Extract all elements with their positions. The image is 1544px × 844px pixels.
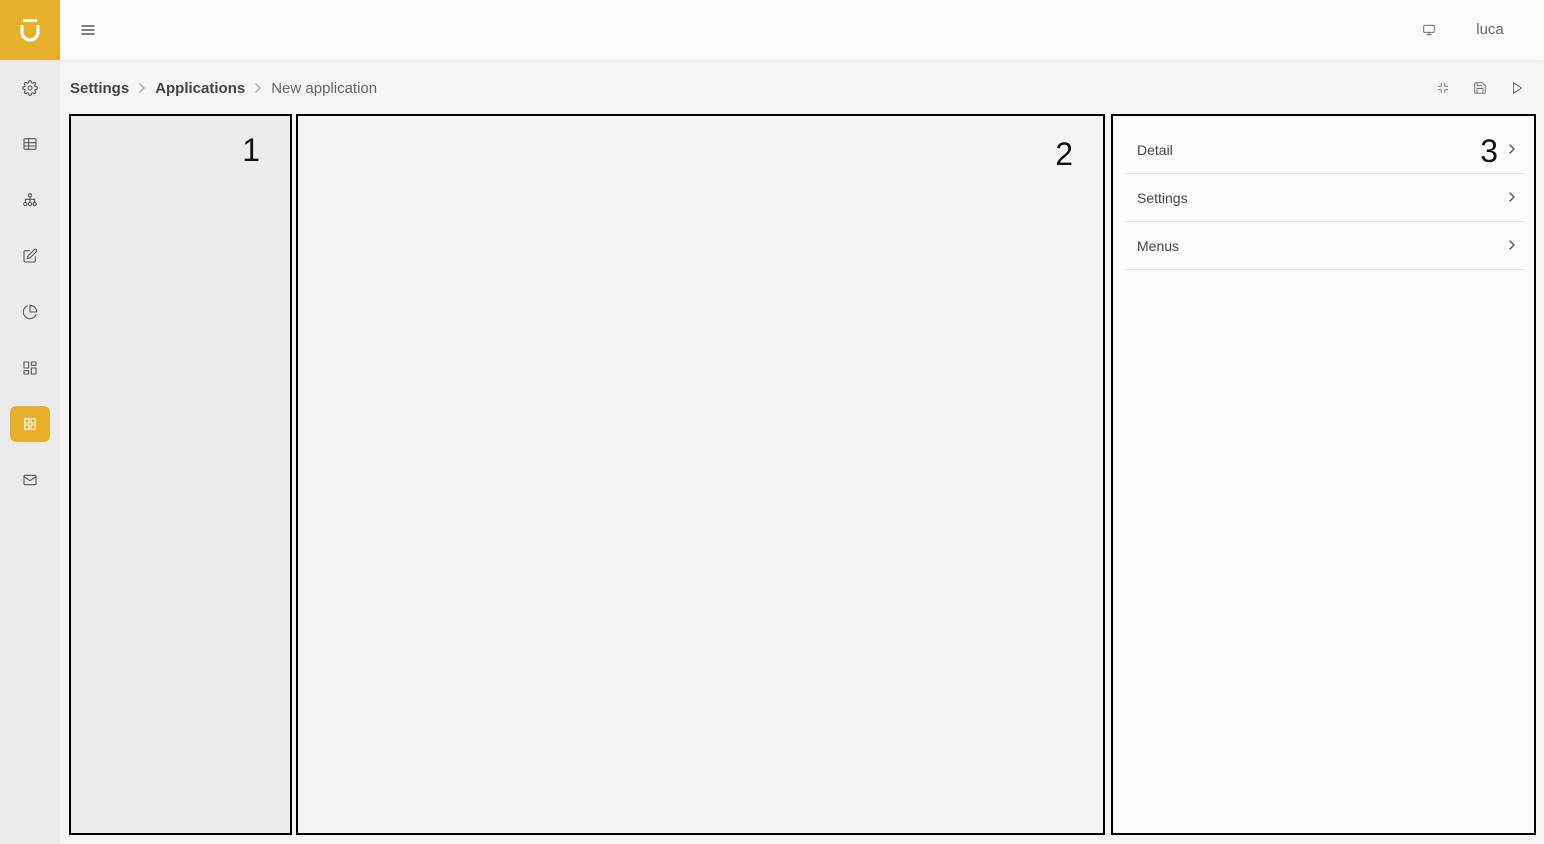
- breadcrumb-separator: [245, 83, 271, 93]
- save-icon: [1474, 82, 1486, 94]
- u-logo-icon: [20, 19, 40, 42]
- menu-item-label: Menus: [1137, 237, 1180, 254]
- panel-canvas: 2: [296, 114, 1105, 835]
- panel-properties: Detail Settings Menus 3: [1111, 114, 1536, 835]
- mail-icon: [23, 474, 37, 486]
- menu-item-menus[interactable]: Menus: [1125, 222, 1525, 270]
- chevron-right-icon: [255, 83, 261, 93]
- menu-item-detail[interactable]: Detail: [1125, 126, 1525, 174]
- properties-menu: Detail Settings Menus: [1125, 126, 1525, 270]
- breadcrumb-current: New application: [271, 79, 378, 97]
- sidebar-item-tables[interactable]: [10, 126, 50, 162]
- chevron-right-icon: [1507, 238, 1517, 250]
- app-root: luca Settings Applications New applicati…: [0, 0, 1544, 844]
- apps-grid-icon: [24, 418, 36, 430]
- menu-item-settings[interactable]: Settings: [1125, 174, 1525, 222]
- panel-number: 2: [1055, 136, 1073, 172]
- menu-item-label: Detail: [1137, 141, 1173, 158]
- run-button[interactable]: [1508, 79, 1526, 97]
- monitor-icon: [1423, 24, 1435, 36]
- pie-chart-icon: [22, 304, 38, 320]
- hamburger-icon: [81, 25, 95, 35]
- sidebar-item-reports[interactable]: [10, 294, 50, 330]
- breadcrumb: Settings Applications New application: [70, 78, 377, 98]
- sidebar-item-applications[interactable]: [10, 406, 50, 442]
- save-button[interactable]: [1471, 79, 1489, 97]
- display-mode-button[interactable]: [1420, 21, 1438, 39]
- collapse-button[interactable]: [1434, 79, 1452, 97]
- edit-icon: [23, 248, 38, 263]
- panel-number: 3: [1480, 133, 1498, 169]
- chevron-right-icon: [139, 83, 145, 93]
- panel-number: 1: [242, 132, 260, 168]
- menu-toggle-button[interactable]: [79, 21, 97, 39]
- panel-tree: 1: [69, 114, 292, 835]
- sidebar-item-structure[interactable]: [10, 182, 50, 218]
- brand-logo[interactable]: [0, 0, 60, 60]
- sidebar-rail: [0, 0, 60, 844]
- gear-icon: [22, 80, 38, 96]
- collapse-icon: [1437, 82, 1449, 94]
- breadcrumb-separator: [129, 83, 155, 93]
- sidebar-item-settings[interactable]: [10, 70, 50, 106]
- user-menu[interactable]: luca: [1460, 21, 1520, 38]
- breadcrumb-applications[interactable]: Applications: [155, 80, 245, 97]
- table-icon: [23, 138, 37, 150]
- chevron-right-icon: [1507, 142, 1517, 154]
- play-icon: [1513, 82, 1523, 94]
- breadcrumb-settings[interactable]: Settings: [70, 80, 129, 97]
- hierarchy-icon: [23, 193, 37, 207]
- page-toolbar: [1434, 79, 1526, 97]
- chevron-right-icon: [1507, 190, 1517, 202]
- sidebar-item-mail[interactable]: [10, 462, 50, 498]
- sidebar-item-forms[interactable]: [10, 238, 50, 274]
- sidebar-item-dashboards[interactable]: [10, 350, 50, 386]
- top-header: luca: [60, 0, 1544, 60]
- dashboard-icon: [23, 361, 37, 375]
- menu-item-label: Settings: [1137, 189, 1188, 206]
